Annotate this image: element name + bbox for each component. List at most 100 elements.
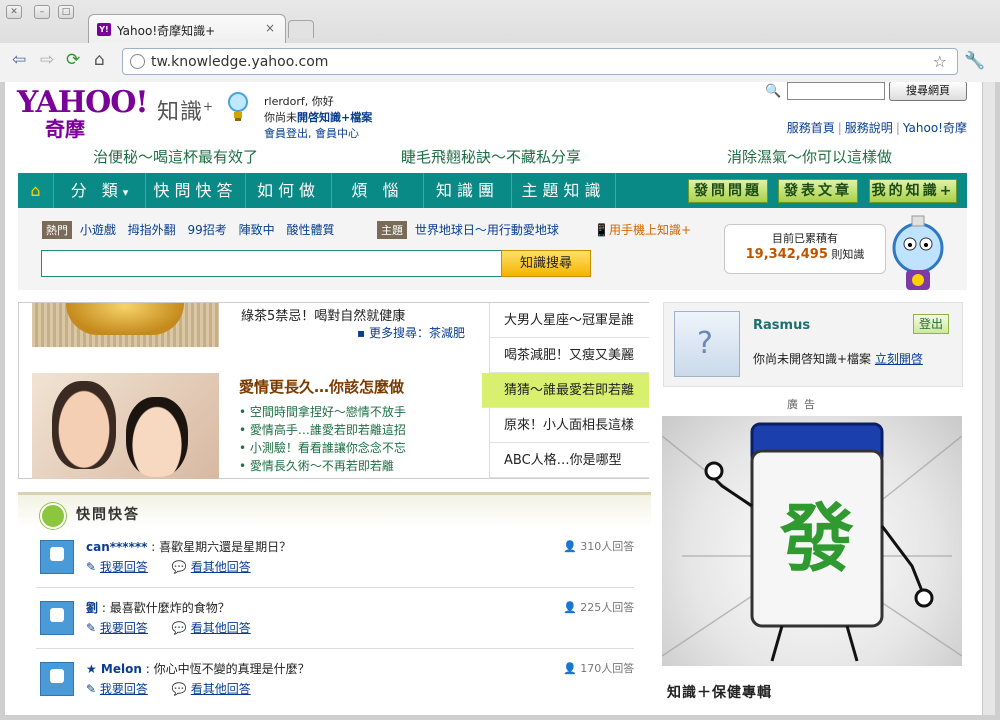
- qa-question-text: 最喜歡什麼炸的食物？: [109, 601, 230, 615]
- yahoo-home-link[interactable]: Yahoo!奇摩: [903, 121, 967, 135]
- tea-cup: [66, 303, 184, 335]
- web-search-input[interactable]: [787, 82, 885, 100]
- answer-count: 👤 170人回答: [563, 660, 634, 676]
- tea-image[interactable]: [32, 303, 219, 347]
- help-link[interactable]: 服務說明: [845, 121, 893, 135]
- divider: [36, 587, 634, 588]
- reload-icon[interactable]: ⟳: [66, 50, 80, 70]
- text-ad-link[interactable]: 消除濕氣～你可以這樣做: [727, 146, 892, 167]
- feature-list-item[interactable]: 空間時間拿捏好～戀情不放手: [239, 403, 406, 421]
- hot-keyword-link[interactable]: 小遊戲: [80, 223, 116, 237]
- new-tab-button[interactable]: [288, 20, 314, 38]
- counter-value: 19,342,495: [745, 247, 828, 262]
- topic-link[interactable]: 世界地球日～用行動愛地球: [415, 223, 559, 237]
- feature-item1-title[interactable]: 綠茶5禁忌！喝對自然就健康: [241, 305, 405, 324]
- address-bar[interactable]: tw.knowledge.yahoo.com ☆: [122, 48, 958, 75]
- qa-question[interactable]: ★ Melon : 你心中恆不變的真理是什麼？: [86, 660, 310, 677]
- couple-image[interactable]: [32, 373, 219, 479]
- nav-quick-qa[interactable]: 快問快答: [146, 173, 246, 208]
- qa-question-text: 你心中恆不變的真理是什麼？: [153, 662, 310, 676]
- answer-link[interactable]: 我要回答: [100, 560, 148, 574]
- mahjong-ad-banner[interactable]: 發: [662, 416, 962, 666]
- person-image: [52, 381, 116, 469]
- qa-row: can****** : 喜歡星期六還是星期日？ ✎ 我要回答 💬 看其他回答 👤 …: [18, 528, 651, 588]
- feature-tab[interactable]: 大男人星座～冠軍是誰: [490, 303, 649, 338]
- nav-home-icon[interactable]: ⌂: [18, 173, 54, 208]
- page-scrollbar[interactable]: [982, 82, 995, 715]
- pencil-icon: ✎: [86, 560, 97, 574]
- logout-button[interactable]: 登出: [913, 314, 949, 334]
- knowledge-brand[interactable]: 知識+: [157, 94, 214, 126]
- post-article-button[interactable]: 發表文章: [778, 179, 858, 203]
- answer-link[interactable]: 我要回答: [100, 621, 148, 635]
- qa-question[interactable]: can****** : 喜歡星期六還是星期日？: [86, 538, 291, 555]
- nav-groups[interactable]: 知識團: [424, 173, 512, 208]
- window-maximize-icon[interactable]: □: [58, 5, 74, 19]
- health-section-title[interactable]: 知識＋保健專輯: [667, 682, 772, 702]
- home-icon[interactable]: ⌂: [94, 50, 105, 70]
- qa-row: 劉 : 最喜歡什麼炸的食物？ ✎ 我要回答 💬 看其他回答 👤 225人回答: [18, 589, 651, 649]
- hot-keyword-link[interactable]: 拇指外翻: [128, 223, 176, 237]
- knowledge-search-button[interactable]: 知識搜尋: [501, 250, 591, 277]
- forward-icon[interactable]: ⇨: [40, 50, 54, 70]
- username[interactable]: Rasmus: [753, 318, 810, 333]
- ask-question-button[interactable]: 發問問題: [688, 179, 768, 203]
- web-search-button[interactable]: 搜尋網頁: [889, 82, 967, 101]
- logo-yahoo-text: YAHOO!: [17, 85, 149, 120]
- feature-tab[interactable]: ABC人格…你是哪型: [490, 443, 649, 478]
- topic-tag: 主題: [377, 221, 407, 239]
- account-links[interactable]: 會員登出, 會員中心: [264, 127, 359, 140]
- open-profile-link[interactable]: 開啓知識+檔案: [297, 111, 372, 124]
- view-answers-link[interactable]: 看其他回答: [191, 560, 251, 574]
- my-knowledge-button[interactable]: 我的知識+: [869, 179, 957, 203]
- profile-message-text: 你尚未開啓知識+檔案: [753, 352, 872, 366]
- text-ad-link[interactable]: 治便秘～喝這杯最有效了: [93, 146, 258, 167]
- hot-keyword-link[interactable]: 99招考: [188, 223, 227, 237]
- back-icon[interactable]: ⇦: [12, 50, 26, 70]
- service-home-link[interactable]: 服務首頁: [787, 121, 835, 135]
- answer-link[interactable]: 我要回答: [100, 682, 148, 696]
- main-nav: ⌂ 分 類▾ 快問快答 如何做 煩 惱 知識團 主題知識 發問問題 發表文章 我…: [18, 173, 967, 208]
- feature-list-item[interactable]: 愛情長久術～不再若即若離: [239, 457, 406, 475]
- feature-tab[interactable]: 原來！小人面相長這樣: [490, 408, 649, 443]
- view-answers-link[interactable]: 看其他回答: [191, 621, 251, 635]
- text-ad-link[interactable]: 睫毛飛翹秘訣～不藏私分享: [401, 146, 581, 167]
- window-close-icon[interactable]: ✕: [6, 5, 22, 19]
- feature-tab-active[interactable]: 猜猜～誰最愛若即若離: [482, 373, 649, 408]
- hot-keyword-link[interactable]: 酸性體質: [286, 223, 334, 237]
- more-search-link[interactable]: ▪ 更多搜尋：茶減肥: [357, 324, 465, 341]
- tab-close-icon[interactable]: ×: [265, 21, 275, 35]
- knowledge-search-input[interactable]: [41, 250, 503, 277]
- user-avatar[interactable]: [40, 662, 74, 696]
- mobile-link[interactable]: 📱用手機上知識+: [594, 221, 691, 238]
- nav-worries[interactable]: 煩 惱: [332, 173, 424, 208]
- person-icon: 👤: [563, 601, 577, 614]
- user-greeting-box: rlerdorf, 你好 你尚未開啓知識+檔案 會員登出, 會員中心: [264, 94, 372, 142]
- url-text: tw.knowledge.yahoo.com: [151, 54, 329, 70]
- feature-tab[interactable]: 喝茶減肥！又瘦又美麗: [490, 338, 649, 373]
- user-avatar-placeholder[interactable]: [674, 311, 740, 377]
- window-minimize-icon[interactable]: –: [34, 5, 50, 19]
- topic-link-box: 主題 世界地球日～用行動愛地球: [377, 221, 559, 239]
- user-avatar[interactable]: [40, 601, 74, 635]
- nav-category[interactable]: 分 類▾: [54, 173, 146, 208]
- yahoo-logo[interactable]: YAHOO! 奇摩: [17, 85, 149, 141]
- feature-tabs: 大男人星座～冠軍是誰 喝茶減肥！又瘦又美麗 猜猜～誰最愛若即若離 原來！小人面相…: [482, 303, 649, 479]
- wrench-menu-icon[interactable]: 🔧: [964, 51, 985, 71]
- feature-list-item[interactable]: 愛情高手…誰愛若即若離這招: [239, 421, 406, 439]
- answer-count-text: 225人回答: [580, 601, 635, 614]
- feature-list-item[interactable]: 小測驗！看看誰讓你念念不忘: [239, 439, 406, 457]
- browser-tab[interactable]: Y! Yahoo!奇摩知識+ ×: [88, 14, 286, 44]
- feature-title[interactable]: 愛情更長久…你該怎麼做: [239, 376, 404, 397]
- open-now-link[interactable]: 立刻開啓: [875, 352, 923, 366]
- qa-question[interactable]: 劉 : 最喜歡什麼炸的食物？: [86, 599, 230, 616]
- bookmark-star-icon[interactable]: ☆: [933, 52, 947, 71]
- user-avatar[interactable]: [40, 540, 74, 574]
- nav-topics[interactable]: 主題知識: [512, 173, 616, 208]
- feature-panel: 綠茶5禁忌！喝對自然就健康 ▪ 更多搜尋：茶減肥 愛情更長久…你該怎麼做 空間時…: [18, 302, 649, 479]
- qa-title: 快問快答: [76, 507, 140, 523]
- nav-howto[interactable]: 如何做: [246, 173, 332, 208]
- view-answers-link[interactable]: 看其他回答: [191, 682, 251, 696]
- ad-label: 廣告: [787, 398, 821, 411]
- hot-keyword-link[interactable]: 陣致中: [239, 223, 275, 237]
